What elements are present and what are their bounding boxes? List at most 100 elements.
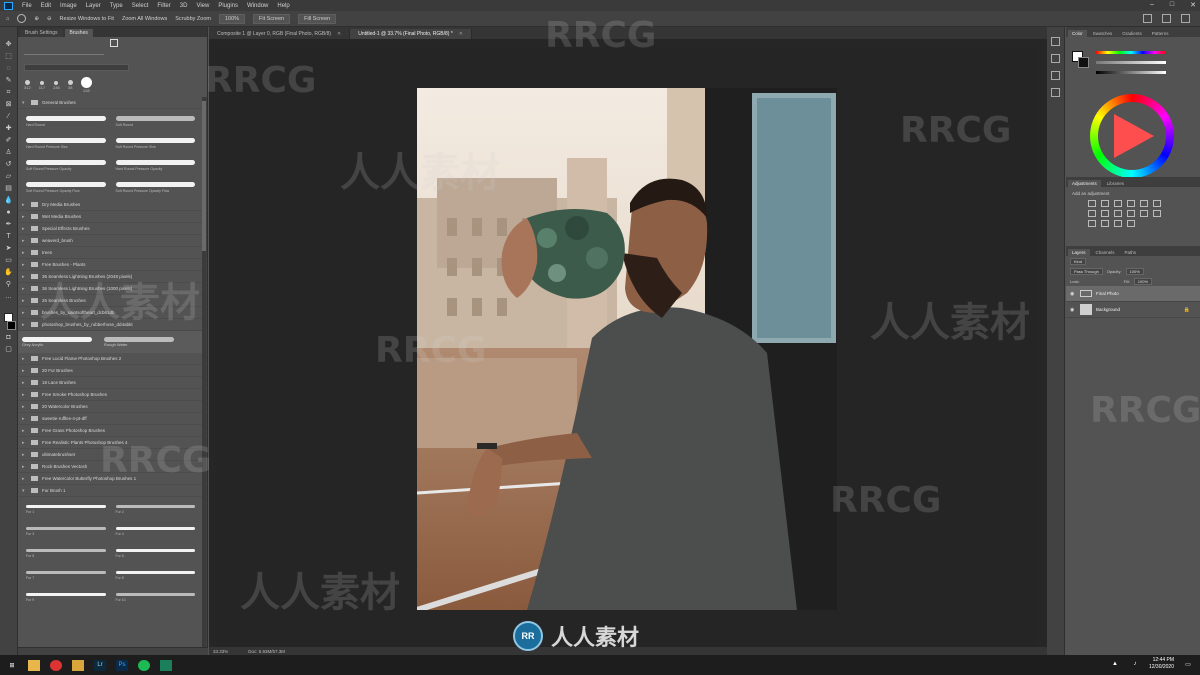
canvas-viewport[interactable] [217, 47, 1038, 647]
chevron-right-icon[interactable]: ▸ [22, 428, 27, 434]
hue-saturation-icon[interactable] [1153, 200, 1161, 207]
zoom-in-icon[interactable]: ⊕ [34, 16, 39, 22]
fit-screen-button[interactable]: Fit Screen [253, 13, 291, 24]
background-color-swatch[interactable] [7, 321, 16, 330]
eyedropper-tool-icon[interactable]: ⁄ [4, 113, 14, 121]
zoom-out-icon[interactable]: ⊖ [47, 16, 52, 22]
brush-folder[interactable]: ▸ sweetie-ruffles-4-pt-dff [18, 413, 203, 425]
opacity-field[interactable]: 100% [1125, 267, 1144, 275]
chevron-right-icon[interactable]: ▸ [22, 392, 27, 398]
saturation-slider[interactable] [1096, 61, 1166, 64]
levels-icon[interactable] [1101, 200, 1109, 207]
frame-tool-icon[interactable]: ⊠ [4, 101, 14, 109]
brush-folder[interactable]: ▸ ultimatebrushset [18, 449, 203, 461]
lightroom-icon[interactable]: Lr [94, 659, 106, 671]
search-icon[interactable] [1143, 14, 1152, 23]
brush-folder[interactable]: ▸ Rock Brushes Vectosh [18, 461, 203, 473]
photo-filter-icon[interactable] [1114, 210, 1122, 217]
workspace-icon[interactable] [1162, 14, 1171, 23]
tab-paths[interactable]: Paths [1121, 249, 1141, 256]
menu-type[interactable]: Type [110, 3, 123, 9]
color-wheel[interactable] [1090, 94, 1174, 178]
brush-folder-expanded[interactable]: ▾ Fur Brush 1 [18, 485, 203, 497]
brightness-contrast-icon[interactable] [1088, 200, 1096, 207]
fill-field[interactable]: 100% [1133, 277, 1153, 285]
tab-brush-settings[interactable]: Brush Settings [20, 29, 63, 37]
menu-plugins[interactable]: Plugins [218, 3, 238, 9]
zoom-tool-active-icon[interactable]: ⚲ [4, 281, 14, 289]
tab-channels[interactable]: Channels [1092, 249, 1119, 256]
chevron-down-icon[interactable]: ▾ [22, 488, 27, 494]
resize-windows-checkbox[interactable]: Resize Windows to Fit [60, 16, 114, 22]
start-icon[interactable]: ⊞ [6, 660, 18, 671]
tab-swatches[interactable]: Swatches [1089, 30, 1117, 37]
color-lookup-icon[interactable] [1140, 210, 1148, 217]
brush-folder[interactable]: ▸ photoshop_brushes_by_rubberhose_dd4abkt [18, 319, 203, 331]
blur-tool-icon[interactable]: 💧 [4, 197, 14, 205]
brush-preset[interactable]: 128 [80, 77, 92, 93]
brush-stroke-item[interactable]: Fur 6 [115, 543, 195, 563]
brush-stroke-item[interactable]: Fur 9 [26, 587, 106, 607]
crop-tool-icon[interactable]: ⌗ [4, 89, 14, 97]
status-zoom[interactable]: 33.33% [213, 649, 228, 654]
fill-screen-button[interactable]: Fill Screen [298, 13, 337, 24]
brush-folder[interactable]: ▸ Dry Media Brushes [18, 199, 203, 211]
brush-stroke-item[interactable]: Fur 10 [115, 587, 195, 607]
menu-image[interactable]: Image [60, 3, 77, 9]
brush-folder[interactable]: ▸ trees [18, 247, 203, 259]
brush-stroke-item[interactable]: Soft Round Pressure Opacity Flow [115, 177, 195, 197]
brush-folder[interactable]: ▸ brushes_by_saintsoftheart_dcb61db [18, 307, 203, 319]
chevron-right-icon[interactable]: ▸ [22, 202, 27, 208]
dodge-tool-icon[interactable]: ● [4, 209, 14, 217]
brush-stroke-item[interactable]: Fur 8 [115, 565, 195, 585]
pen-tool-icon[interactable]: ✒ [4, 221, 14, 229]
quick-select-tool-icon[interactable]: ✎ [4, 77, 14, 85]
info-panel-icon[interactable] [1051, 88, 1060, 97]
chevron-right-icon[interactable]: ▸ [22, 368, 27, 374]
eraser-tool-icon[interactable]: ▱ [4, 173, 14, 181]
document-tab[interactable]: Composite 1 @ Layer 0, RGB (Final Photo,… [209, 29, 351, 39]
shape-tool-icon[interactable]: ▭ [4, 257, 14, 265]
brush-folder[interactable]: ▸ 36 Seamless Lightning Brushes (2048 pix… [18, 271, 203, 283]
chevron-right-icon[interactable]: ▸ [22, 322, 27, 328]
chevron-right-icon[interactable]: ▸ [22, 404, 27, 410]
tab-patterns[interactable]: Patterns [1148, 30, 1173, 37]
layer-row-folder[interactable]: ◉ Final Photo [1066, 286, 1200, 302]
brush-list-scrollbar[interactable] [202, 97, 206, 650]
brush-tool-icon[interactable]: ✐ [4, 137, 14, 145]
brush-folder[interactable]: ▸ weaverd_brush [18, 235, 203, 247]
scrollbar-thumb[interactable] [202, 101, 206, 251]
brush-folder[interactable]: ▸ Free Watercolor Butterfly Photoshop Bru… [18, 473, 203, 485]
chevron-right-icon[interactable]: ▸ [22, 416, 27, 422]
brush-folder[interactable]: ▸ 20 Watercolor Brushes [18, 401, 203, 413]
history-brush-tool-icon[interactable]: ↺ [4, 161, 14, 169]
blend-mode-select[interactable]: Pass Through [1070, 267, 1103, 275]
brush-stroke-item[interactable]: Soft Round Pressure Opacity [26, 155, 106, 175]
brush-folder[interactable]: ▸ 20 Fur Brushes [18, 365, 203, 377]
close-tab-icon[interactable]: ✕ [459, 31, 463, 37]
type-tool-icon[interactable]: T [4, 233, 14, 241]
posterize-icon[interactable] [1088, 220, 1096, 227]
brush-folder[interactable]: ▸ Special Effects Brushes [18, 223, 203, 235]
brush-stroke-item[interactable]: Fur 2 [115, 499, 195, 519]
menu-layer[interactable]: Layer [86, 3, 101, 9]
character-panel-icon[interactable] [1051, 71, 1060, 80]
color-balance-icon[interactable] [1088, 210, 1096, 217]
close-icon[interactable]: ✕ [1190, 1, 1196, 9]
minimize-icon[interactable]: – [1150, 1, 1154, 9]
hue-slider[interactable] [1096, 51, 1166, 54]
brush-settings-icon[interactable] [110, 39, 118, 47]
quick-mask-icon[interactable]: ◘ [4, 334, 14, 342]
brush-stroke-item[interactable]: Grey Acrylic [22, 333, 92, 351]
tab-brushes[interactable]: Brushes [64, 29, 93, 37]
zoom-100-button[interactable]: 100% [218, 13, 246, 24]
path-select-tool-icon[interactable]: ➤ [4, 245, 14, 253]
brush-preset[interactable]: 38 [67, 80, 73, 90]
tab-libraries[interactable]: Libraries [1103, 180, 1128, 187]
chevron-right-icon[interactable]: ▸ [22, 214, 27, 220]
brush-preset[interactable]: 117 [39, 80, 45, 90]
selective-color-icon[interactable] [1127, 220, 1135, 227]
brush-stroke-item[interactable]: Soft Round Pressure Size [115, 133, 195, 153]
brightness-slider[interactable] [1096, 71, 1166, 74]
maximize-icon[interactable]: □ [1170, 1, 1174, 9]
